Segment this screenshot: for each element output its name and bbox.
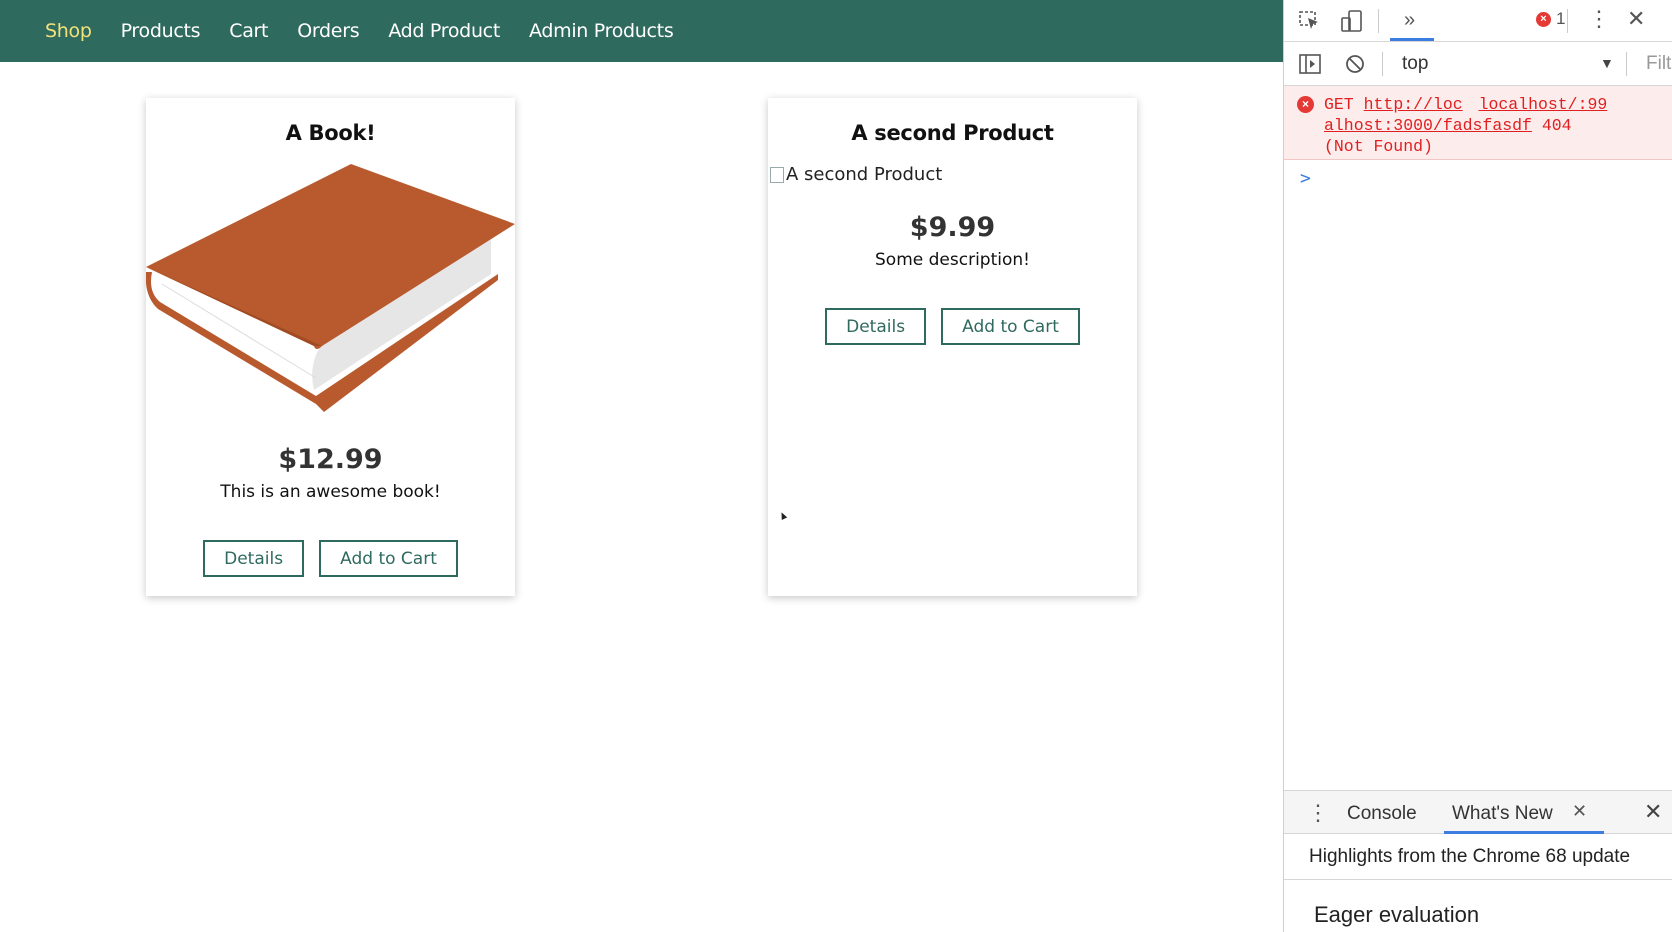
nav-admin-products[interactable]: Admin Products [529, 20, 674, 42]
error-icon: × [1536, 11, 1551, 27]
source-link[interactable]: localhost/:99 [1479, 95, 1608, 114]
toolbar-separator [1382, 52, 1383, 76]
nav-add-product[interactable]: Add Product [388, 20, 500, 42]
nav-products[interactable]: Products [121, 20, 201, 42]
close-drawer-icon[interactable]: ✕ [1644, 799, 1662, 825]
book-image [146, 164, 515, 412]
active-tab-indicator [1390, 38, 1434, 41]
request-url-continued[interactable]: alhost:3000/fadsfasdf [1324, 116, 1532, 135]
product-title: A second Product [851, 121, 1054, 145]
dropdown-arrow-icon[interactable]: ▼ [1600, 55, 1614, 71]
nav-shop[interactable]: Shop [45, 20, 92, 42]
product-price: $9.99 [909, 212, 996, 243]
console-sidebar-icon[interactable] [1298, 53, 1322, 75]
error-count-badge[interactable]: × 1 [1536, 9, 1565, 29]
nav-orders[interactable]: Orders [297, 20, 359, 42]
device-toolbar-icon[interactable] [1340, 9, 1364, 33]
filter-input[interactable]: Filt [1646, 53, 1671, 75]
product-description: This is an awesome book! [220, 482, 441, 502]
status-text: (Not Found) [1324, 137, 1433, 156]
product-price: $12.99 [278, 444, 383, 475]
toolbar-separator [1626, 52, 1627, 76]
clear-console-icon[interactable] [1344, 53, 1366, 75]
more-tabs-icon[interactable]: » [1404, 9, 1415, 31]
broken-image: A second Product [770, 164, 942, 185]
devtools-panel: » × 1 ⋮ ✕ top ▼ Filt × GET http://loc lo… [1283, 0, 1672, 932]
product-card: A Book! $12.99 This is an awesome book! … [146, 98, 515, 596]
main-nav: Shop Products Cart Orders Add Product Ad… [0, 0, 1283, 62]
image-alt-text: A second Product [786, 164, 943, 185]
details-button[interactable]: Details [203, 540, 305, 577]
tab-whats-new[interactable]: What's New [1452, 803, 1553, 825]
request-method: GET [1324, 95, 1354, 114]
add-to-cart-button[interactable]: Add to Cart [941, 308, 1080, 345]
drawer-tabbar: ⋮ Console What's New ✕ ✕ [1284, 790, 1672, 834]
console-toolbar: top ▼ Filt [1284, 42, 1672, 86]
whats-new-highlights: Highlights from the Chrome 68 update [1284, 834, 1672, 880]
product-title: A Book! [285, 121, 376, 145]
toolbar-separator [1567, 9, 1568, 33]
request-url[interactable]: http://loc [1364, 95, 1463, 114]
close-tab-icon[interactable]: ✕ [1572, 801, 1587, 822]
status-code: 404 [1541, 116, 1572, 135]
shop-app: Shop Products Cart Orders Add Product Ad… [0, 0, 1283, 932]
error-text: GET http://loc localhost/:99 alhost:3000… [1324, 94, 1664, 157]
product-description: Some description! [875, 250, 1030, 270]
nav-cart[interactable]: Cart [229, 20, 268, 42]
tab-console[interactable]: Console [1347, 803, 1417, 825]
add-to-cart-button[interactable]: Add to Cart [319, 540, 458, 577]
details-button[interactable]: Details [825, 308, 927, 345]
error-count: 1 [1556, 9, 1566, 28]
product-actions: Details Add to Cart [146, 540, 515, 577]
toolbar-separator [1378, 9, 1379, 33]
inspect-element-icon[interactable] [1298, 10, 1322, 32]
whats-new-section-title: Eager evaluation [1314, 902, 1480, 927]
broken-image-icon [770, 166, 784, 183]
kebab-menu-icon[interactable]: ⋮ [1588, 8, 1610, 30]
close-devtools-icon[interactable]: ✕ [1627, 8, 1645, 30]
context-selector[interactable]: top [1402, 53, 1428, 75]
drawer-menu-icon[interactable]: ⋮ [1307, 800, 1329, 826]
devtools-toolbar: » × 1 ⋮ ✕ [1284, 0, 1672, 42]
console-error-message: × GET http://loc localhost/:99 alhost:30… [1284, 86, 1672, 160]
product-card: A second Product A second Product $9.99 … [768, 98, 1137, 596]
error-icon: × [1297, 96, 1314, 113]
console-prompt[interactable]: > [1300, 168, 1311, 189]
product-actions: Details Add to Cart [768, 308, 1137, 345]
